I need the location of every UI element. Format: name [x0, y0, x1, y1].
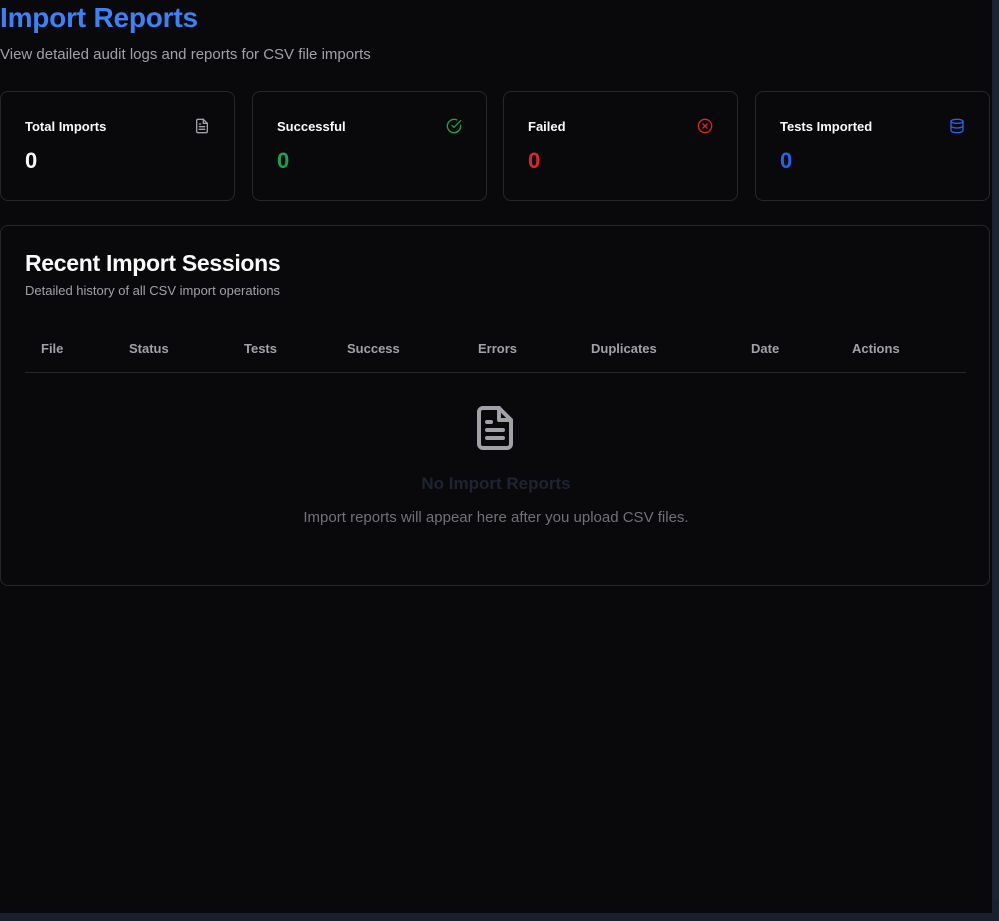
stat-label: Successful [277, 119, 346, 134]
stat-card-tests-imported: Tests Imported 0 [755, 91, 990, 201]
stats-row: Total Imports 0 Successful 0 Failed 0 Te… [0, 91, 990, 201]
column-header-date[interactable]: Date [751, 341, 779, 356]
column-header-success[interactable]: Success [347, 341, 400, 356]
column-header-status[interactable]: Status [129, 341, 169, 356]
scrollbar-thumb[interactable] [993, 0, 998, 900]
stat-label: Tests Imported [780, 119, 873, 134]
page-subtitle: View detailed audit logs and reports for… [0, 46, 371, 63]
table-header: File Status Tests Success Errors Duplica… [25, 332, 966, 373]
sessions-description: Detailed history of all CSV import opera… [25, 283, 281, 298]
column-header-duplicates[interactable]: Duplicates [591, 341, 657, 356]
stat-value: 0 [25, 148, 38, 173]
recent-import-sessions-card: Recent Import Sessions Detailed history … [0, 225, 990, 586]
empty-state-message: Import reports will appear here after yo… [303, 509, 689, 526]
column-header-actions[interactable]: Actions [852, 341, 900, 356]
stat-label: Failed [528, 119, 566, 134]
main-content: Import Reports View detailed audit logs … [0, 0, 992, 913]
stat-card-total-imports: Total Imports 0 [0, 91, 235, 201]
stat-card-failed: Failed 0 [503, 91, 738, 201]
page-title: Import Reports [0, 2, 198, 33]
column-header-tests[interactable]: Tests [244, 341, 277, 356]
stat-card-successful: Successful 0 [252, 91, 487, 201]
column-header-file[interactable]: File [41, 341, 63, 356]
file-text-icon [477, 406, 513, 450]
database-icon [950, 118, 964, 134]
column-header-errors[interactable]: Errors [478, 341, 517, 356]
stat-value: 0 [780, 148, 793, 173]
check-circle-icon [446, 118, 462, 134]
stat-value: 0 [528, 148, 541, 173]
stat-label: Total Imports [25, 119, 107, 134]
x-circle-icon [697, 118, 713, 134]
sessions-title: Recent Import Sessions [25, 250, 281, 276]
empty-state-title: No Import Reports [421, 474, 571, 493]
vertical-scrollbar[interactable] [992, 0, 999, 913]
stat-value: 0 [277, 148, 290, 173]
file-text-icon [196, 118, 208, 134]
